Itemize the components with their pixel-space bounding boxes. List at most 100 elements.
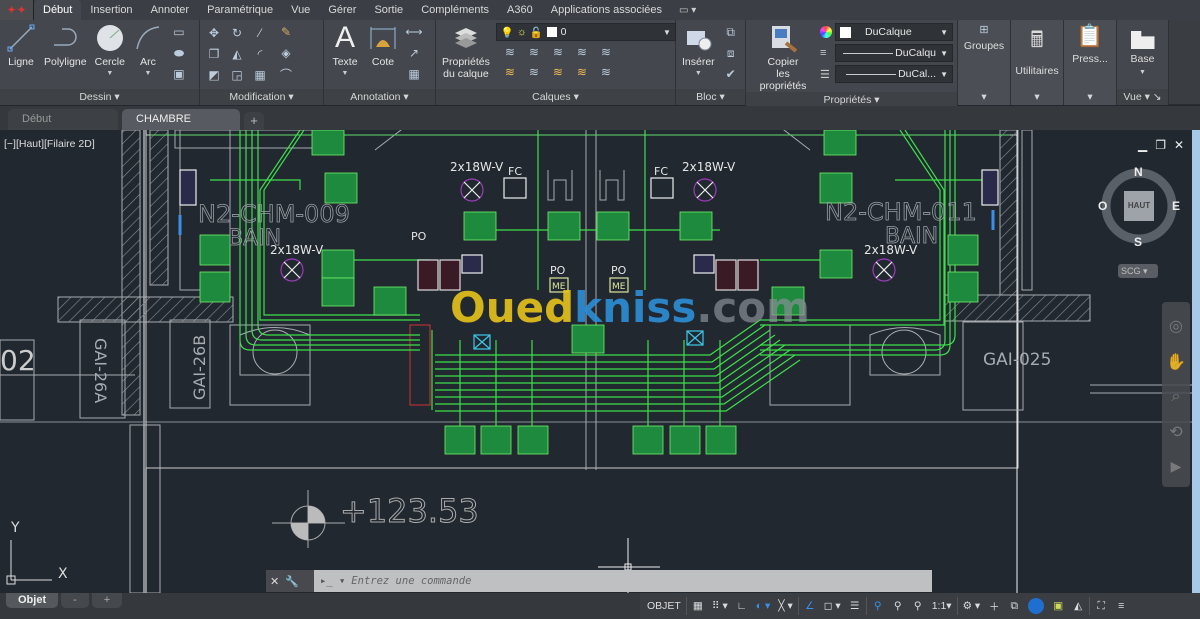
layer-properties-button[interactable]: Propriétés du calque — [440, 23, 492, 80]
arc-tool-button[interactable]: Arc ▼ — [131, 23, 165, 80]
restore-icon[interactable]: ❐ — [1155, 138, 1166, 152]
customize-wrench-icon[interactable]: 🔧 — [285, 575, 299, 588]
zoom-icon[interactable]: ⌕ — [1162, 388, 1190, 406]
viewcube-face-top[interactable]: HAUT — [1126, 201, 1152, 210]
panel-groupes[interactable]: ⊞ Groupes ▾ — [958, 20, 1011, 105]
lineweight-dropdown[interactable]: DuCal... ▼ — [835, 65, 953, 83]
ribbon-tab-a360[interactable]: A360 — [498, 0, 542, 20]
grid-icon[interactable]: ▦ — [689, 596, 707, 616]
steering-wheel-icon[interactable]: ◎ — [1162, 316, 1190, 336]
rotate-icon[interactable]: ↻ — [227, 24, 247, 42]
drawing-canvas[interactable]: N2-CHM-009 BAIN N2-CHM-011 BAIN 02 GAI-2… — [0, 130, 1192, 593]
annotation-visibility-icon[interactable]: ⚲ — [869, 596, 887, 616]
viewcube[interactable]: N S O E HAUT — [1098, 165, 1180, 249]
command-prompt-icon[interactable]: ▸_ ▾ — [320, 575, 345, 587]
rectangle-icon[interactable]: ▭ — [169, 23, 189, 41]
mirror-icon[interactable]: ◭ — [227, 45, 247, 63]
panel-title-calques[interactable]: Calques ▾ — [436, 89, 675, 105]
command-input[interactable]: ▸_ ▾ Entrez une commande — [314, 570, 932, 592]
circle-tool-button[interactable]: Cercle ▼ — [93, 23, 127, 80]
layer-match-icon[interactable]: ≋ — [596, 43, 616, 61]
compass-north[interactable]: N — [1134, 165, 1143, 179]
application-menu-button[interactable]: ✦✦ — [0, 0, 34, 20]
units-icon[interactable]: ⧉ — [1005, 596, 1023, 616]
ucs-dropdown[interactable]: SCG ▾ — [1118, 264, 1158, 278]
ribbon-tab-sortie[interactable]: Sortie — [365, 0, 412, 20]
ribbon-tab-compl-ments[interactable]: Compléments — [412, 0, 498, 20]
edit-block-icon[interactable]: ⧈ — [721, 44, 741, 62]
close-command-line-icon[interactable]: ✕ — [270, 575, 279, 588]
ribbon-tab-d-but[interactable]: Début — [34, 0, 82, 20]
compass-south[interactable]: S — [1134, 235, 1142, 249]
copy-icon[interactable]: ❐ — [204, 45, 224, 63]
circle-dropdown[interactable]: ▼ — [106, 68, 113, 80]
create-block-icon[interactable]: ⧉ — [721, 23, 741, 41]
offset-icon[interactable]: ⌒ — [276, 65, 296, 83]
dimension-tool-button[interactable]: Cote — [366, 23, 400, 68]
file-tab-chambre[interactable]: CHAMBRE TYP#1✕ — [122, 109, 240, 146]
hatch-icon[interactable]: ⬬ — [169, 44, 189, 62]
layer-lock-icon[interactable]: ≋ — [572, 43, 592, 61]
leader-icon[interactable]: ↗ — [404, 44, 424, 62]
panel-title-bloc[interactable]: Bloc ▾ — [676, 89, 745, 105]
erase-icon[interactable]: ✎ — [276, 23, 296, 41]
linear-dim-icon[interactable]: ⟷ — [404, 23, 424, 41]
polar-tracking-icon[interactable]: ◐ ▾ — [753, 596, 774, 616]
ribbon-tab-insertion[interactable]: Insertion — [81, 0, 141, 20]
panel-title-annotation[interactable]: Annotation ▾ — [324, 89, 435, 105]
panel-title-dessin[interactable]: Dessin ▾ — [0, 89, 199, 105]
ribbon-tab-applications-associ-es[interactable]: Applications associées — [542, 0, 671, 20]
base-view-button[interactable]: Base — [1131, 53, 1155, 65]
layer-freeze-icon[interactable]: ≋ — [548, 43, 568, 61]
dynamic-ucs-icon[interactable]: ∠ — [801, 596, 819, 616]
add-layout-button[interactable]: + — [91, 593, 123, 608]
ortho-icon[interactable]: ∟ — [733, 596, 751, 616]
insert-block-button[interactable]: Insérer ▼ — [680, 23, 717, 80]
annotation-scale-icon[interactable]: ⚲ — [909, 596, 927, 616]
snap-icon[interactable]: ⠿ ▾ — [709, 596, 731, 616]
lineweight-display-icon[interactable]: ☰ — [846, 596, 864, 616]
ribbon-display-toggle[interactable]: ▭ ▾ — [671, 5, 704, 16]
layout-tab-other[interactable]: - — [61, 593, 89, 608]
hardware-acceleration-icon[interactable]: ◭ — [1069, 596, 1087, 616]
customization-menu-icon[interactable]: ≡ — [1112, 596, 1130, 616]
layer-change-icon[interactable]: ≋ — [524, 63, 544, 81]
scale-icon[interactable]: ◲ — [227, 66, 247, 84]
boundary-icon[interactable]: ▣ — [169, 65, 189, 83]
layer-on-icon[interactable]: ≋ — [500, 63, 520, 81]
ribbon-tab-annoter[interactable]: Annoter — [142, 0, 199, 20]
close-icon[interactable]: ✕ — [1174, 138, 1184, 152]
showmotion-icon[interactable]: ▶ — [1162, 458, 1190, 475]
linetype-dropdown[interactable]: DuCalqu ▼ — [835, 44, 953, 62]
array-icon[interactable]: ▦ — [250, 66, 270, 84]
polyline-tool-button[interactable]: Polyligne — [42, 23, 89, 68]
ribbon-tab-vue[interactable]: Vue — [282, 0, 319, 20]
layer-merge-icon[interactable]: ≋ — [596, 63, 616, 81]
text-tool-button[interactable]: A Texte ▼ — [328, 23, 362, 80]
file-tab-debut[interactable]: Début — [8, 109, 118, 130]
move-icon[interactable]: ✥ — [204, 24, 224, 42]
table-icon[interactable]: ▦ — [404, 65, 424, 83]
layer-thaw-icon[interactable]: ≋ — [548, 63, 568, 81]
clean-screen-icon[interactable]: ⛶ — [1092, 596, 1110, 616]
fillet-icon[interactable]: ◜ — [250, 45, 270, 63]
trim-icon[interactable]: ⁄ — [250, 24, 270, 42]
isolate-objects-icon[interactable]: ▣ — [1049, 596, 1067, 616]
layer-off-icon[interactable]: ≋ — [500, 43, 520, 61]
ribbon-tab-param-trique[interactable]: Paramétrique — [198, 0, 282, 20]
orbit-icon[interactable]: ⟲ — [1162, 422, 1190, 442]
line-tool-button[interactable]: Ligne — [4, 23, 38, 68]
model-space-toggle[interactable]: OBJET — [644, 596, 684, 616]
object-snap-icon[interactable]: ◻ ▾ — [821, 596, 844, 616]
workspace-gear-icon[interactable]: ⚙ ▾ — [960, 596, 984, 616]
quick-properties-icon[interactable] — [1025, 596, 1047, 616]
viewport-controls[interactable]: [−][Haut][Filaire 2D] — [4, 138, 95, 150]
color-dropdown[interactable]: DuCalque ▼ — [835, 23, 953, 41]
text-dropdown[interactable]: ▼ — [342, 68, 349, 80]
auto-scale-icon[interactable]: ⚲ — [889, 596, 907, 616]
compass-east[interactable]: E — [1172, 199, 1180, 213]
compass-west[interactable]: O — [1098, 199, 1107, 213]
panel-presse-papiers[interactable]: 📋 Press... ▾ — [1064, 20, 1117, 105]
arc-dropdown[interactable]: ▼ — [145, 68, 152, 80]
annotation-monitor-icon[interactable]: ＋ — [985, 596, 1003, 616]
